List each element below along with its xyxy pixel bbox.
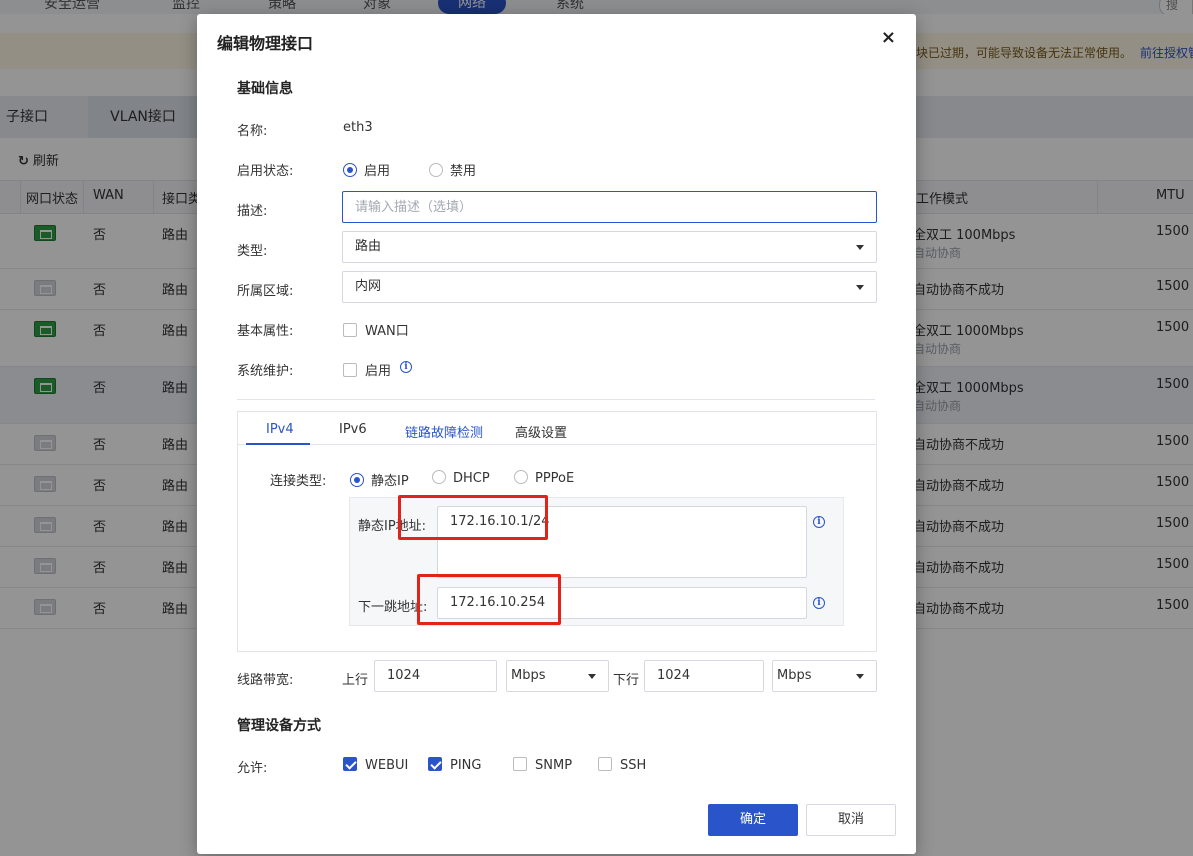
tab-underline-track bbox=[238, 444, 876, 445]
mgmt-ping-label: PING bbox=[450, 758, 482, 773]
wan-checkbox-label: WAN口 bbox=[365, 324, 409, 339]
conn-pppoe-label: PPPoE bbox=[535, 471, 575, 486]
chevron-down-icon bbox=[588, 674, 596, 679]
mgmt-snmp-label: SNMP bbox=[535, 758, 573, 773]
uplink-label: 上行 bbox=[342, 673, 369, 688]
system-maint-label: 系统维护: bbox=[237, 364, 294, 379]
mgmt-webui-label: WEBUI bbox=[365, 758, 409, 773]
bandwidth-label: 线路带宽: bbox=[237, 673, 294, 688]
cancel-button[interactable]: 取消 bbox=[806, 804, 896, 836]
conn-dhcp-radio[interactable]: DHCP bbox=[432, 470, 490, 486]
downlink-label: 下行 bbox=[613, 673, 640, 688]
maint-enable-checkbox[interactable]: 启用 bbox=[343, 360, 391, 379]
mgmt-ssh-label: SSH bbox=[620, 758, 647, 773]
checkbox-checked-icon bbox=[428, 757, 442, 771]
zone-select[interactable]: 内网 bbox=[342, 271, 877, 303]
radio-unchecked-icon bbox=[429, 163, 443, 177]
chevron-down-icon bbox=[856, 245, 864, 250]
mgmt-ssh-checkbox[interactable]: SSH bbox=[598, 757, 646, 773]
uplink-unit-value: Mbps bbox=[511, 668, 546, 683]
checkbox-checked-icon bbox=[343, 757, 357, 771]
conn-static-ip-radio[interactable]: 静态IP bbox=[350, 470, 409, 489]
enable-off-label: 禁用 bbox=[450, 164, 477, 179]
chevron-down-icon bbox=[856, 285, 864, 290]
radio-unchecked-icon bbox=[514, 470, 528, 484]
conn-pppoe-radio[interactable]: PPPoE bbox=[514, 470, 574, 486]
section-mgmt-methods: 管理设备方式 bbox=[237, 718, 321, 734]
maint-enable-label: 启用 bbox=[365, 364, 392, 379]
description-input[interactable] bbox=[342, 191, 877, 223]
enable-radio-off[interactable]: 禁用 bbox=[429, 160, 476, 179]
checkbox-unchecked-icon bbox=[343, 363, 357, 377]
confirm-button[interactable]: 确定 bbox=[708, 804, 798, 836]
next-hop-label: 下一跳地址: bbox=[358, 600, 428, 615]
type-select-value: 路由 bbox=[355, 239, 382, 254]
tab-active-indicator bbox=[246, 443, 310, 445]
section-basic-info: 基础信息 bbox=[237, 81, 293, 97]
name-label: 名称: bbox=[237, 124, 268, 139]
static-ip-label: 静态IP地址: bbox=[358, 519, 427, 534]
checkbox-unchecked-icon bbox=[343, 323, 357, 337]
conn-dhcp-label: DHCP bbox=[453, 471, 490, 486]
downlink-unit-select[interactable]: Mbps bbox=[772, 660, 877, 692]
zone-label: 所属区域: bbox=[237, 284, 294, 299]
zone-select-value: 内网 bbox=[355, 279, 382, 294]
info-icon[interactable]: i bbox=[813, 516, 825, 528]
tab-link-fault-detection[interactable]: 链路故障检测 bbox=[405, 422, 483, 441]
section-divider bbox=[237, 399, 875, 400]
tab-ipv6[interactable]: IPv6 bbox=[339, 422, 367, 437]
mgmt-ping-checkbox[interactable]: PING bbox=[428, 757, 481, 773]
enable-on-label: 启用 bbox=[364, 164, 391, 179]
description-label: 描述: bbox=[237, 204, 268, 219]
ip-settings-panel: IPv4 IPv6 链路故障检测 高级设置 连接类型: 静态IP DHCP PP… bbox=[237, 411, 877, 652]
allow-label: 允许: bbox=[237, 761, 268, 776]
conn-static-ip-label: 静态IP bbox=[371, 474, 409, 489]
type-label: 类型: bbox=[237, 244, 268, 259]
downlink-input[interactable]: 1024 bbox=[644, 660, 764, 692]
enable-radio-on[interactable]: 启用 bbox=[343, 160, 390, 179]
tab-advanced-settings[interactable]: 高级设置 bbox=[515, 422, 567, 441]
mgmt-snmp-checkbox[interactable]: SNMP bbox=[513, 757, 572, 773]
radio-checked-icon bbox=[343, 163, 357, 177]
checkbox-unchecked-icon bbox=[513, 757, 527, 771]
dialog-title: 编辑物理接口 bbox=[217, 34, 314, 53]
name-value: eth3 bbox=[343, 120, 373, 135]
basic-attr-label: 基本属性: bbox=[237, 324, 294, 339]
uplink-unit-select[interactable]: Mbps bbox=[506, 660, 609, 692]
downlink-unit-value: Mbps bbox=[777, 668, 812, 683]
info-icon[interactable]: i bbox=[400, 361, 412, 373]
tab-ipv4[interactable]: IPv4 bbox=[266, 422, 294, 437]
info-icon[interactable]: i bbox=[813, 597, 825, 609]
radio-checked-icon bbox=[350, 473, 364, 487]
static-ip-textarea[interactable]: 172.16.10.1/24 bbox=[437, 506, 807, 578]
wan-checkbox[interactable]: WAN口 bbox=[343, 320, 409, 339]
close-icon[interactable]: × bbox=[881, 28, 896, 48]
edit-interface-dialog: 编辑物理接口 × 基础信息 名称: eth3 启用状态: 启用 禁用 描述: 类… bbox=[197, 14, 916, 854]
next-hop-input[interactable]: 172.16.10.254 bbox=[437, 587, 807, 619]
uplink-input[interactable]: 1024 bbox=[374, 660, 497, 692]
type-select[interactable]: 路由 bbox=[342, 231, 877, 263]
connection-type-label: 连接类型: bbox=[270, 474, 327, 489]
chevron-down-icon bbox=[856, 674, 864, 679]
mgmt-webui-checkbox[interactable]: WEBUI bbox=[343, 757, 408, 773]
enable-status-label: 启用状态: bbox=[237, 164, 294, 179]
radio-unchecked-icon bbox=[432, 470, 446, 484]
checkbox-unchecked-icon bbox=[598, 757, 612, 771]
